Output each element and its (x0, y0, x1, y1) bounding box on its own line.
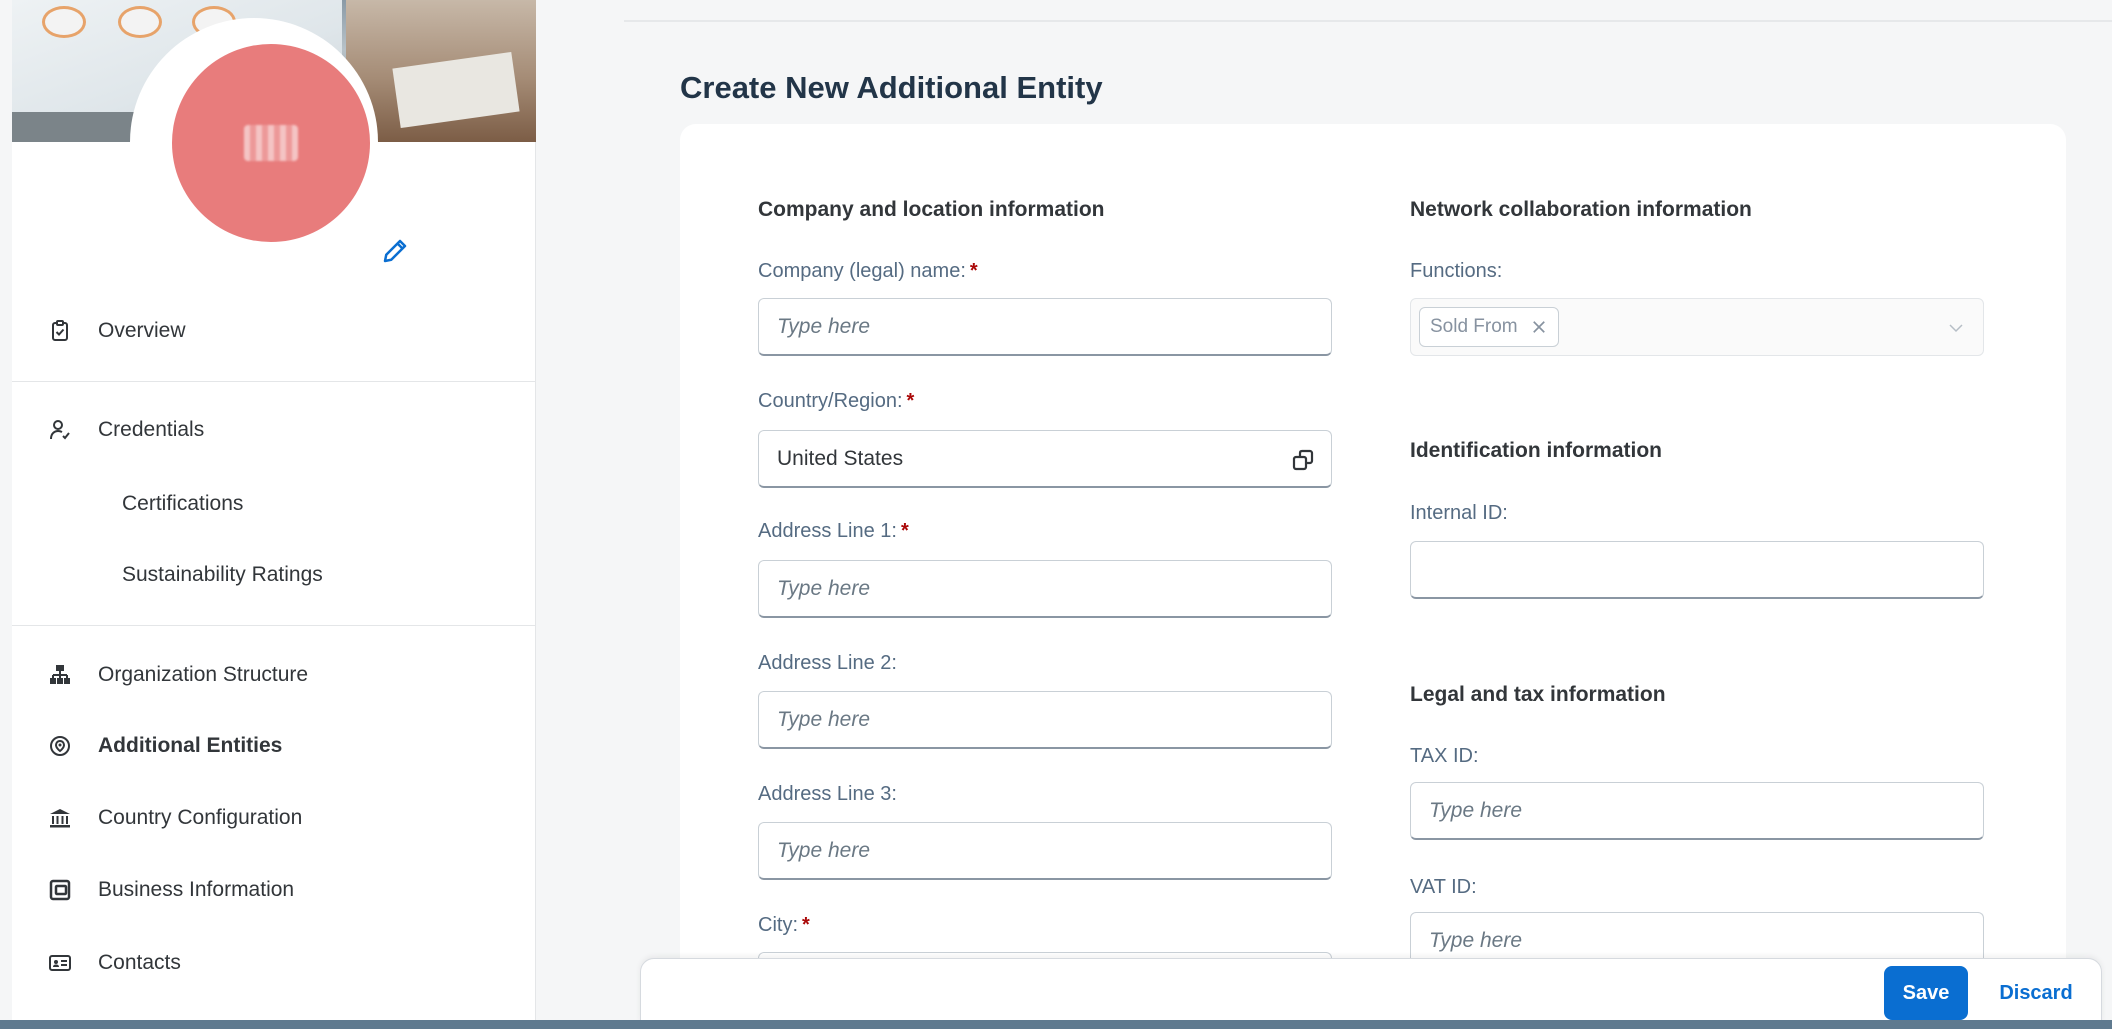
functions-multi-select[interactable]: Sold From (1410, 298, 1984, 356)
sidebar-item-label: Overview (98, 319, 186, 342)
edit-pencil-icon[interactable] (380, 236, 410, 266)
tax-id-input[interactable]: Type here (1410, 782, 1984, 840)
token-label: Sold From (1430, 316, 1518, 337)
section-title-identification: Identification information (1410, 439, 1662, 462)
sidebar-item-label: Additional Entities (98, 734, 283, 757)
section-title-legal-tax: Legal and tax information (1410, 683, 1666, 706)
window-bottom-edge (0, 1020, 2112, 1029)
section-title-company: Company and location information (758, 198, 1105, 221)
avatar (172, 44, 370, 242)
clipboard-check-icon (52, 320, 68, 341)
sidebar-item-certifications[interactable]: Certifications (12, 484, 536, 524)
address-line-3-label: Address Line 3: (758, 783, 897, 805)
page-title: Create New Additional Entity (680, 70, 1103, 105)
sidebar: Overview Credentials Certifications Sust… (12, 0, 536, 1020)
divider (12, 625, 536, 626)
address-line-1-placeholder: Type here (777, 576, 870, 600)
sidebar-item-label: Credentials (98, 418, 205, 441)
bank-icon (50, 809, 70, 828)
footer-toolbar (640, 958, 2102, 1024)
sidebar-item-label: Organization Structure (98, 663, 309, 686)
tax-id-placeholder: Type here (1429, 798, 1522, 822)
function-token-sold-from: Sold From (1419, 307, 1559, 347)
org-chart-icon (50, 665, 70, 684)
sidebar-item-additional-entities[interactable]: Additional Entities (12, 726, 536, 766)
tax-id-label: TAX ID: (1410, 745, 1479, 767)
sidebar-item-organization-structure[interactable]: Organization Structure (12, 655, 536, 695)
sidebar-item-contacts[interactable]: Contacts (12, 943, 536, 983)
wallet-icon (49, 879, 71, 901)
location-pin-icon (50, 736, 70, 756)
save-button[interactable]: Save (1884, 966, 1968, 1020)
sidebar-item-sustainability-ratings[interactable]: Sustainability Ratings (12, 555, 536, 595)
address-line-1-label: Address Line 1: * (758, 520, 909, 542)
address-line-2-input[interactable]: Type here (758, 691, 1332, 749)
city-label: City: * (758, 914, 810, 936)
sidebar-item-credentials[interactable]: Credentials (12, 410, 536, 450)
sidebar-item-business-information[interactable]: Business Information (12, 870, 536, 910)
vat-id-label: VAT ID: (1410, 876, 1477, 898)
address-line-3-input[interactable]: Type here (758, 822, 1332, 880)
contact-card-icon (49, 955, 71, 971)
section-title-network: Network collaboration information (1410, 198, 1752, 221)
address-line-3-placeholder: Type here (777, 838, 870, 862)
sidebar-item-country-configuration[interactable]: Country Configuration (12, 798, 536, 838)
internal-id-input[interactable] (1410, 541, 1984, 599)
country-input[interactable]: United States (758, 430, 1332, 488)
sidebar-item-label: Contacts (98, 951, 181, 974)
company-name-placeholder: Type here (777, 314, 870, 338)
address-line-1-input[interactable]: Type here (758, 560, 1332, 618)
sidebar-item-label: Business Information (98, 878, 295, 901)
sidebar-item-overview[interactable]: Overview (12, 311, 536, 351)
chevron-down-icon[interactable] (1947, 319, 1965, 337)
address-line-2-label: Address Line 2: (758, 652, 897, 674)
value-help-icon[interactable] (1291, 448, 1315, 472)
country-value: United States (777, 446, 904, 470)
remove-token-icon[interactable] (1530, 318, 1548, 336)
divider (12, 381, 536, 382)
sidebar-item-label: Country Configuration (98, 806, 303, 829)
address-line-2-placeholder: Type here (777, 707, 870, 731)
internal-id-label: Internal ID: (1410, 502, 1508, 524)
header-divider (624, 20, 2112, 22)
user-check-icon (50, 420, 70, 440)
company-name-label: Company (legal) name: * (758, 260, 978, 282)
company-name-input[interactable]: Type here (758, 298, 1332, 356)
discard-button[interactable]: Discard (1984, 966, 2088, 1020)
sidebar-item-label: Sustainability Ratings (122, 563, 323, 586)
country-label: Country/Region: * (758, 390, 915, 412)
functions-label: Functions: (1410, 260, 1503, 282)
vat-id-placeholder: Type here (1429, 928, 1522, 952)
sidebar-item-label: Certifications (122, 492, 244, 515)
